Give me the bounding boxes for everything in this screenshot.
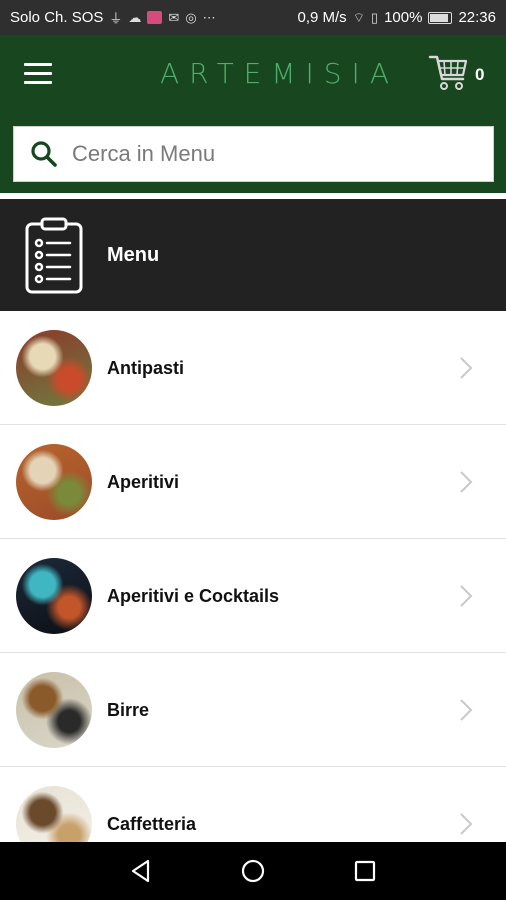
clipboard-checklist-icon [25, 217, 83, 294]
category-label: Antipasti [107, 358, 185, 378]
category-label: Aperitivi e Cocktails [107, 586, 280, 606]
cart-count-badge: 0 [475, 65, 485, 84]
carrier-label: Solo Ch. SOS [10, 9, 104, 26]
battery-percent: 100% [384, 9, 423, 26]
category-item-aperitivi-e-cocktails[interactable]: Aperitivi e Cocktails [0, 539, 506, 653]
clock: 22:36 [458, 9, 496, 26]
wifi-icon: ⌔ [352, 9, 365, 25]
category-item-aperitivi[interactable]: Aperitivi [0, 425, 506, 539]
chevron-right-icon [460, 813, 473, 835]
category-thumbnail [16, 444, 92, 520]
instagram-icon: ◎ [185, 9, 197, 25]
category-item-antipasti[interactable]: Antipasti [0, 311, 506, 425]
category-label: Caffetteria [107, 814, 197, 834]
category-thumbnail [16, 672, 92, 748]
shopping-cart-icon[interactable] [428, 53, 470, 93]
system-navigation-bar [0, 842, 506, 900]
app-bar: ARTEMISIA 0 [0, 35, 506, 115]
search-icon [31, 141, 57, 167]
more-icon: ⋯ [202, 9, 216, 25]
battery-icon [428, 11, 453, 24]
back-icon[interactable] [128, 858, 154, 884]
home-icon[interactable] [240, 858, 266, 884]
chevron-right-icon [460, 585, 473, 607]
category-label: Aperitivi [107, 472, 180, 492]
mail-icon: ✉ [168, 9, 180, 25]
category-thumbnail [16, 330, 92, 406]
status-bar: Solo Ch. SOS ⏚ ☁ ✉ ◎ ⋯ 0,9 M/s ⌔ ▯ 100% … [0, 0, 506, 35]
category-list: Antipasti Aperitivi Aperitivi e Cocktail… [0, 311, 506, 881]
menu-title: Menu [107, 244, 160, 266]
chevron-right-icon [460, 699, 473, 721]
network-speed: 0,9 M/s [297, 9, 347, 26]
search-bar-container [0, 115, 506, 193]
menu-section-header: Menu [0, 199, 506, 311]
usb-icon: ⏚ [109, 11, 123, 26]
search-box[interactable] [13, 126, 494, 182]
chevron-right-icon [460, 357, 473, 379]
hamburger-menu-icon[interactable] [24, 63, 54, 85]
search-input[interactable] [72, 141, 452, 167]
cloud-icon: ☁ [128, 9, 142, 25]
chevron-right-icon [460, 471, 473, 493]
app-notification-icon [147, 11, 163, 24]
brand-logo: ARTEMISIA [160, 57, 399, 90]
category-item-birre[interactable]: Birre [0, 653, 506, 767]
category-thumbnail [16, 558, 92, 634]
category-label: Birre [107, 700, 150, 720]
recent-apps-icon[interactable] [352, 858, 378, 884]
sim-icon: ▯ [370, 9, 379, 25]
